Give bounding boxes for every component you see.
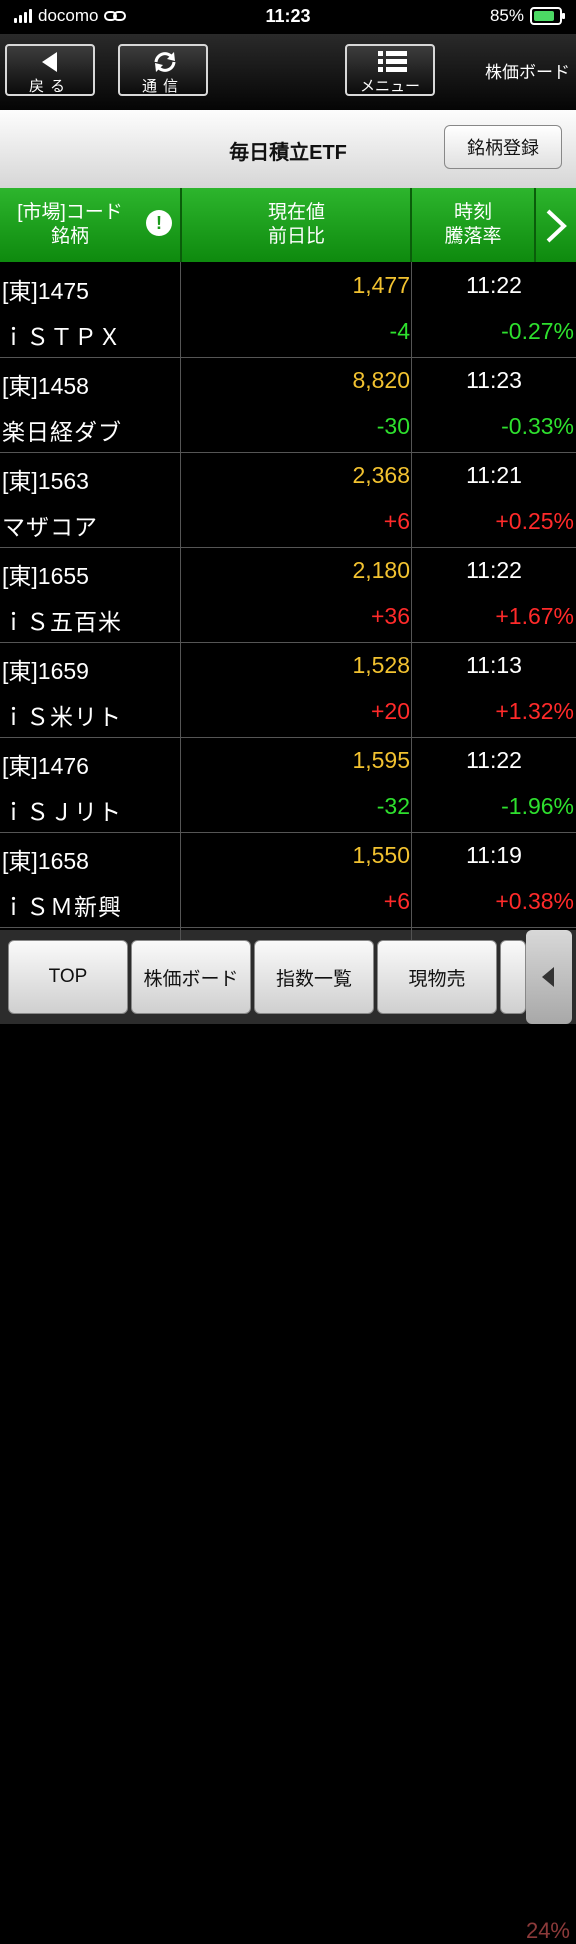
stock-name: ｉＳＭ新興 xyxy=(2,894,122,920)
price-change: +6 xyxy=(383,888,410,914)
menu-button-label: メニュー xyxy=(359,78,420,95)
index-list-button[interactable]: 指数一覧 xyxy=(254,940,374,1014)
stock-row[interactable]: [東]1476 ｉＳＪリト 1,595 -32 11:22 -1.96% xyxy=(0,737,576,833)
stock-row[interactable]: [東]1658 ｉＳＭ新興 1,550 +6 11:19 +0.38% xyxy=(0,832,576,928)
stock-code: [東]1563 xyxy=(2,468,89,494)
current-price: 2,180 xyxy=(352,557,410,583)
menu-button[interactable]: メニュー xyxy=(345,44,435,96)
quote-time: 11:22 xyxy=(466,557,522,583)
stock-board-button[interactable]: 株価ボード xyxy=(131,940,251,1014)
header-time-label: 時刻 xyxy=(453,202,492,223)
current-price: 8,820 xyxy=(352,367,410,393)
change-rate: +0.25% xyxy=(495,508,574,534)
obscured-rate-value: 24% xyxy=(525,1918,570,1943)
stock-name: ｉＳ米リト xyxy=(2,704,122,730)
header-code-name[interactable]: [市場]コード 銘柄 xyxy=(0,188,140,262)
more-button[interactable] xyxy=(500,940,526,1014)
header-code-label: [市場]コード xyxy=(17,202,123,223)
bottom-nav: 24% TOP 株価ボード 指数一覧 現物売 xyxy=(0,930,576,1943)
status-bar: docomo 11:23 85% xyxy=(0,0,576,34)
battery-info: 85% xyxy=(489,6,565,26)
stock-code: [東]1659 xyxy=(2,658,89,684)
current-price: 1,595 xyxy=(352,747,410,773)
communicate-button[interactable]: 通信 xyxy=(118,44,208,96)
price-change: -4 xyxy=(389,318,410,344)
top-toolbar: 戻る 通信 メニュー 株価ボード xyxy=(0,34,576,110)
change-rate: +1.32% xyxy=(495,698,574,724)
stock-code: [東]1476 xyxy=(2,753,89,779)
back-button[interactable]: 戻る xyxy=(5,44,95,96)
stock-code: [東]1655 xyxy=(2,563,89,589)
header-change-label: 前日比 xyxy=(267,226,325,247)
change-rate: -1.96% xyxy=(501,793,574,819)
stock-name: 楽日経ダブ xyxy=(2,419,122,445)
price-change: +20 xyxy=(370,698,410,724)
change-rate: -0.33% xyxy=(501,413,574,439)
stock-name: ｉＳＪリト xyxy=(2,799,122,825)
current-price: 2,368 xyxy=(352,462,410,488)
spot-sell-button[interactable]: 現物売 xyxy=(377,940,497,1014)
stock-name: ｉＳＴＰＸ xyxy=(2,324,122,350)
quote-time: 11:23 xyxy=(466,367,522,393)
stock-row[interactable]: [東]1659 ｉＳ米リト 1,528 +20 11:13 +1.32% xyxy=(0,642,576,738)
current-price: 1,477 xyxy=(352,272,410,298)
menu-list-icon xyxy=(378,51,407,72)
chevron-right-icon[interactable] xyxy=(542,206,572,246)
caret-left-icon xyxy=(542,967,554,987)
header-price-label: 現在値 xyxy=(267,202,325,223)
battery-percent: 85% xyxy=(489,6,524,25)
column-header: [市場]コード 銘柄 現在値 前日比 時刻 騰落率 xyxy=(0,188,576,262)
stock-code: [東]1475 xyxy=(2,278,89,304)
change-rate: +0.38% xyxy=(495,888,574,914)
info-icon[interactable]: ! xyxy=(146,210,172,236)
quote-time: 11:22 xyxy=(466,747,522,773)
change-rate: +1.67% xyxy=(495,603,574,629)
quote-time: 11:22 xyxy=(466,272,522,298)
price-change: +6 xyxy=(383,508,410,534)
header-price-change[interactable]: 現在値 前日比 xyxy=(182,188,411,262)
communicate-button-label: 通信 xyxy=(141,78,184,95)
quote-time: 11:13 xyxy=(466,652,522,678)
header-rate-label: 騰落率 xyxy=(444,226,502,247)
price-change: -30 xyxy=(376,413,410,439)
back-button-label: 戻る xyxy=(28,78,71,95)
current-price: 1,550 xyxy=(352,842,410,868)
register-stock-button[interactable]: 銘柄登録 xyxy=(444,125,562,169)
price-change: -32 xyxy=(376,793,410,819)
battery-icon xyxy=(530,7,565,25)
header-name-label: 銘柄 xyxy=(50,226,89,247)
quote-time: 11:19 xyxy=(466,842,522,868)
top-button[interactable]: TOP xyxy=(8,940,128,1014)
stock-code: [東]1458 xyxy=(2,373,89,399)
refresh-icon xyxy=(154,52,176,72)
change-rate: -0.27% xyxy=(501,318,574,344)
stock-code: [東]1658 xyxy=(2,848,89,874)
quote-time: 11:21 xyxy=(466,462,522,488)
stock-row[interactable]: [東]1475 ｉＳＴＰＸ 1,477 -4 11:22 -0.27% xyxy=(0,262,576,358)
stock-row[interactable]: [東]1458 楽日経ダブ 8,820 -30 11:23 -0.33% xyxy=(0,357,576,453)
header-time-rate[interactable]: 時刻 騰落率 xyxy=(412,188,534,262)
stock-name: マザコア xyxy=(2,514,98,540)
stock-row[interactable]: [東]1655 ｉＳ五百米 2,180 +36 11:22 +1.67% xyxy=(0,547,576,643)
list-title-bar: 毎日積立ETF 銘柄登録 xyxy=(0,110,576,189)
stock-name: ｉＳ五百米 xyxy=(2,609,122,635)
price-change: +36 xyxy=(370,603,410,629)
screen-title: 株価ボード xyxy=(485,63,570,82)
nav-scroll-left-button[interactable] xyxy=(526,930,572,1024)
header-divider xyxy=(534,188,536,262)
stock-row[interactable]: [東]1563 マザコア 2,368 +6 11:21 +0.25% xyxy=(0,452,576,548)
current-price: 1,528 xyxy=(352,652,410,678)
left-triangle-icon xyxy=(42,52,57,72)
